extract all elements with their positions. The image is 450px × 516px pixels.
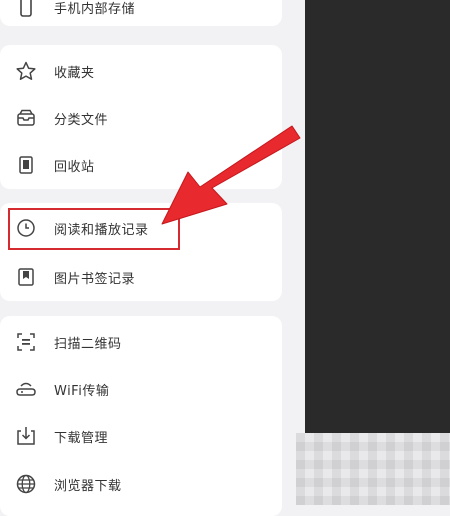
phone-icon [14,0,38,19]
menu-item-internal-storage[interactable]: 手机内部存储 [0,0,282,30]
trash-icon [14,153,38,177]
menu-item-label: 回收站 [54,159,95,175]
menu-item-label: 图片书签记录 [54,271,136,287]
tools-panel: 收藏夹 分类文件 回收站 [0,45,282,189]
pixelated-area [296,433,450,505]
highlight-box [8,208,180,250]
download-icon [14,424,38,448]
star-icon [14,59,38,83]
menu-item-scan-qr[interactable]: 扫描二维码 [0,319,282,365]
menu-item-browser-downloads[interactable]: 浏览器下载 [0,461,282,507]
menu-item-label: 收藏夹 [54,65,95,81]
dark-content-area [305,0,450,433]
menu-item-recycle-bin[interactable]: 回收站 [0,142,282,188]
utility-panel: 扫描二维码 WiFi传输 下载管理 浏览器下载 [0,316,282,516]
menu-item-label: 扫描二维码 [54,336,122,352]
globe-icon [14,472,38,496]
storage-panel: 手机内部存储 [0,0,282,26]
menu-item-label: 浏览器下载 [54,478,122,494]
menu-item-favorites[interactable]: 收藏夹 [0,48,282,94]
folder-category-icon [14,106,38,130]
scan-qr-icon [14,330,38,354]
menu-item-download-manager[interactable]: 下载管理 [0,413,282,459]
menu-item-label: 分类文件 [54,112,109,128]
menu-item-label: WiFi传输 [54,383,110,399]
menu-item-image-bookmarks[interactable]: 图片书签记录 [0,254,282,300]
bookmark-icon [14,265,38,289]
menu-item-categorized-files[interactable]: 分类文件 [0,95,282,141]
menu-item-wifi-transfer[interactable]: WiFi传输 [0,366,282,412]
wifi-transfer-icon [14,377,38,401]
menu-item-label: 下载管理 [54,430,109,446]
menu-item-label: 手机内部存储 [54,1,136,17]
